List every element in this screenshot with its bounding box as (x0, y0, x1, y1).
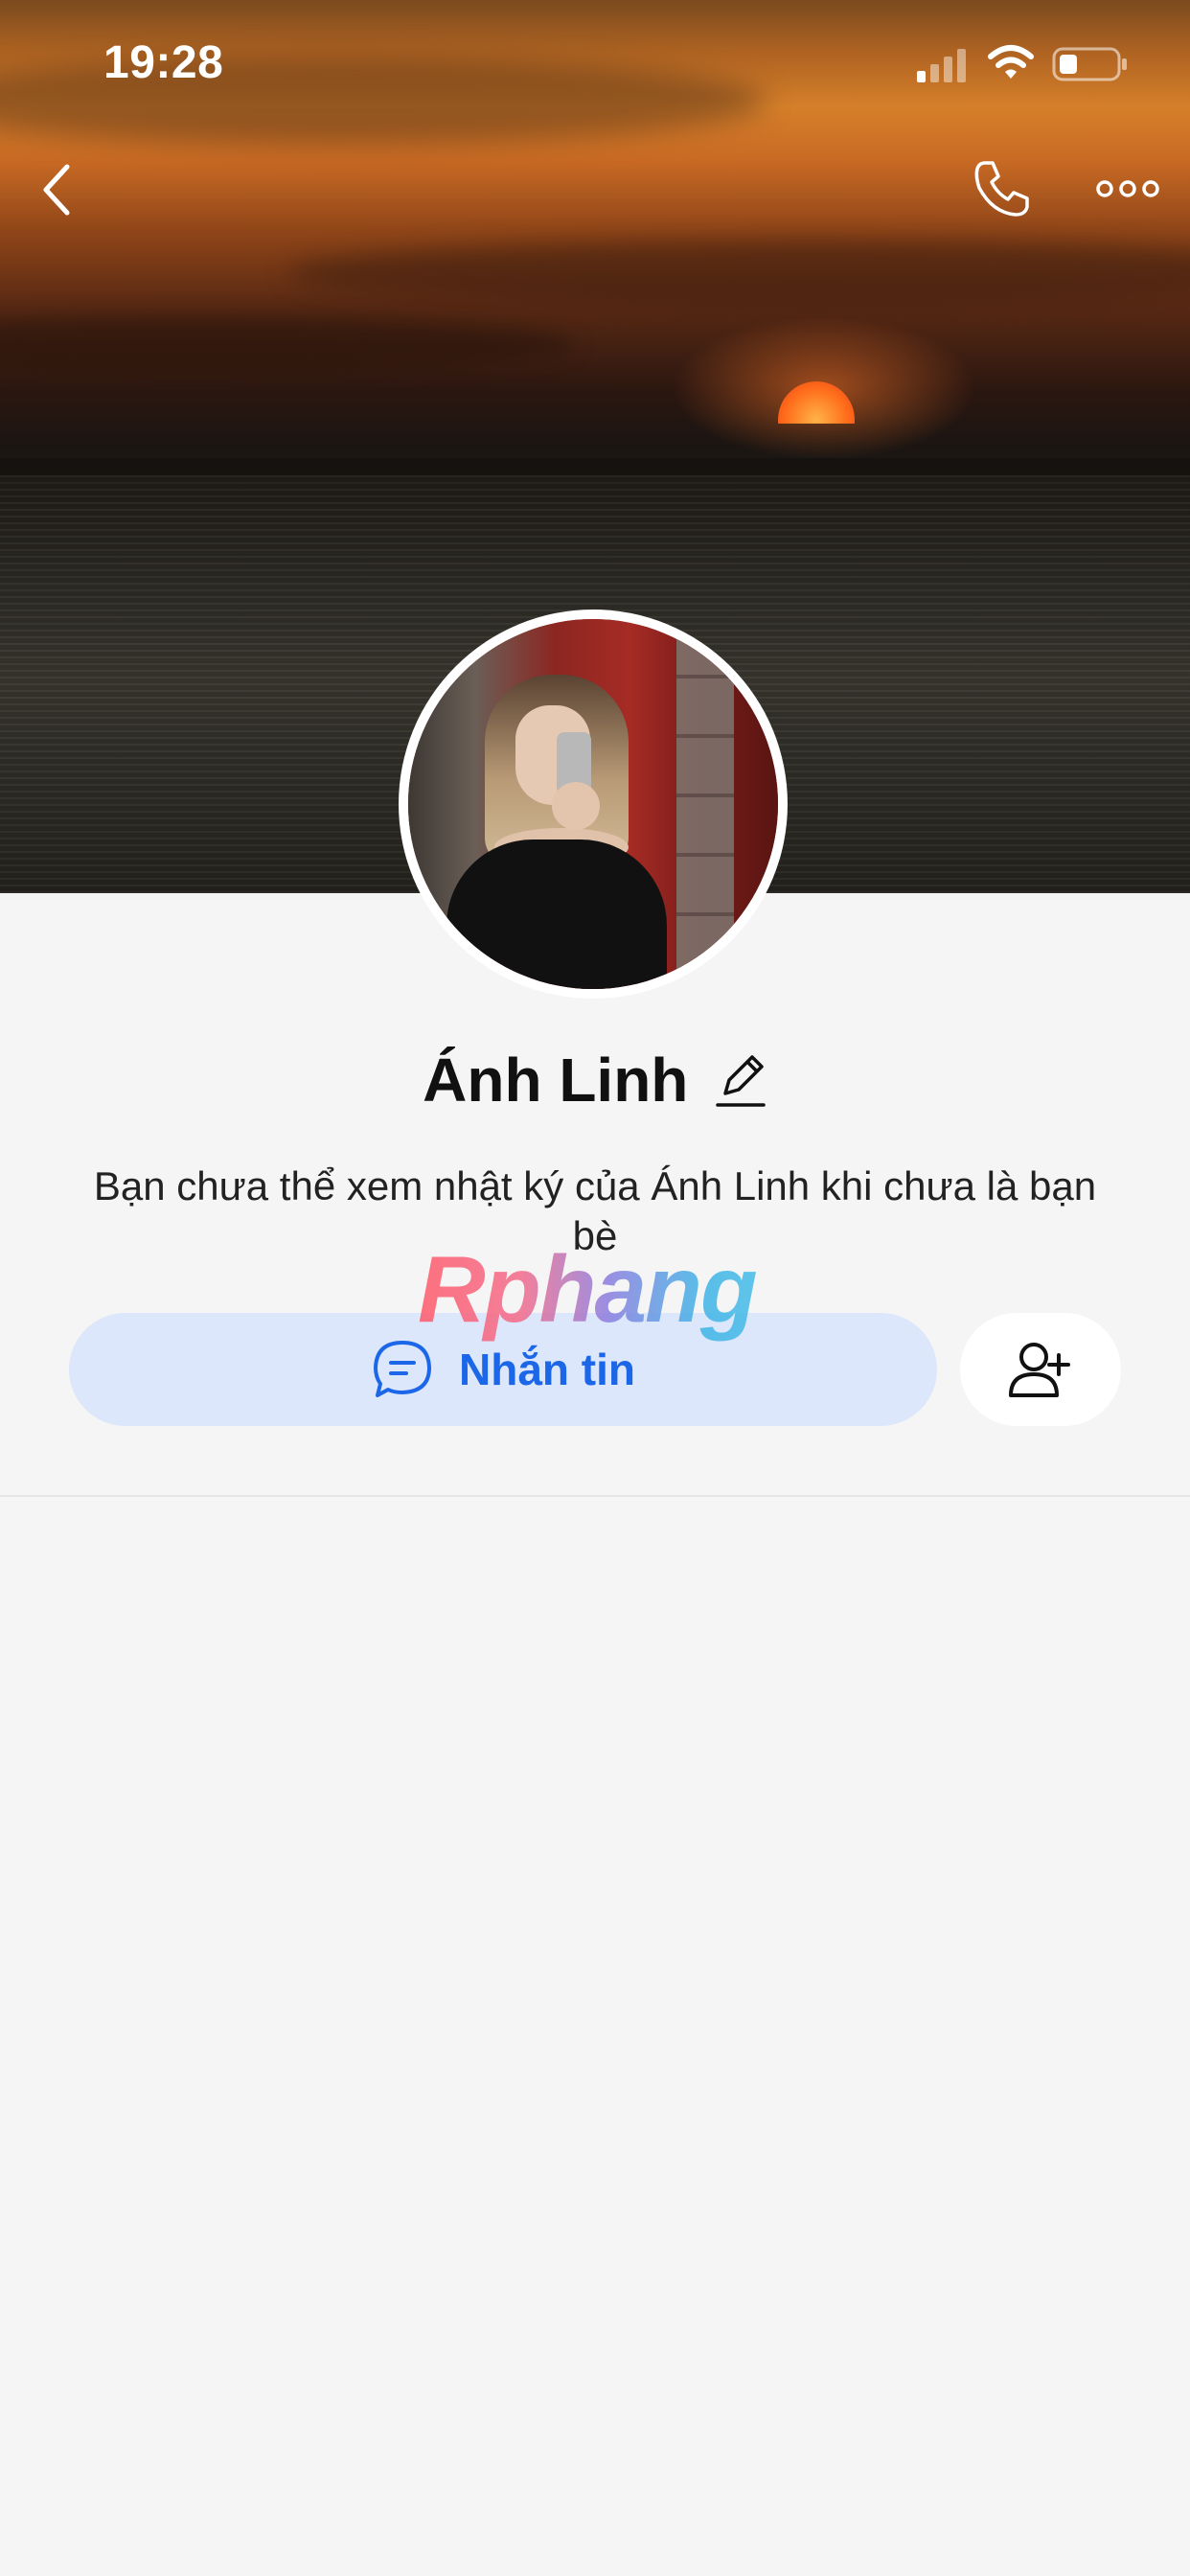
avatar-hand (552, 782, 600, 830)
avatar-photo (408, 619, 778, 989)
cover-horizon (0, 458, 1190, 475)
edit-icon[interactable] (714, 1051, 767, 1109)
avatar-wall-tiles (676, 619, 734, 989)
chat-bubble-icon (374, 1341, 431, 1397)
profile-screen: 19:28 Ánh Linh Bạn chưa thể xem nhật ký … (0, 0, 1190, 2576)
add-friend-button[interactable] (960, 1313, 1121, 1426)
cover-cloud (0, 316, 575, 374)
avatar-body (446, 840, 667, 989)
status-bar: 19:28 (0, 0, 1190, 125)
feed-area (0, 1497, 1190, 2576)
back-icon[interactable] (38, 161, 77, 218)
avatar[interactable] (399, 610, 788, 999)
signal-icon (917, 49, 966, 82)
battery-icon (1052, 47, 1127, 81)
privacy-notice: Bạn chưa thể xem nhật ký của Ánh Linh kh… (93, 1163, 1097, 1258)
message-button[interactable]: Nhắn tin (69, 1313, 937, 1426)
profile-name: Ánh Linh (423, 1046, 689, 1115)
wifi-icon (988, 45, 1034, 79)
name-row: Ánh Linh (0, 1045, 1190, 1131)
add-friend-icon (1009, 1343, 1070, 1397)
message-button-label: Nhắn tin (459, 1345, 635, 1394)
status-time: 19:28 (103, 37, 224, 88)
cover-cloud (287, 240, 1190, 307)
phone-icon[interactable] (972, 159, 1031, 218)
more-icon[interactable] (1094, 174, 1161, 203)
